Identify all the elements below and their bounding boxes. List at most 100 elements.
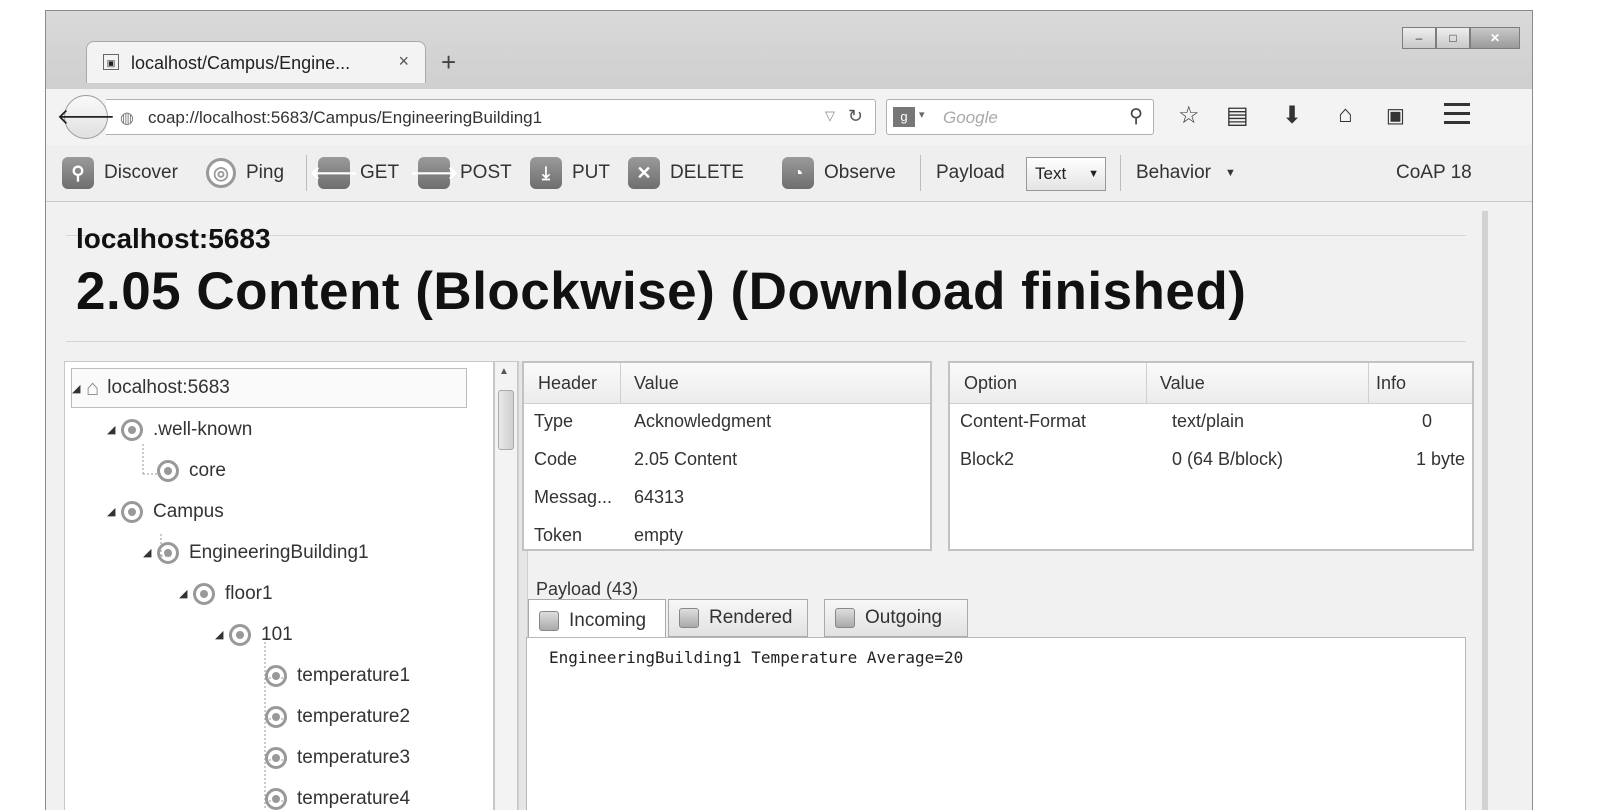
resource-icon: [265, 705, 287, 728]
option-info: 1 byte: [1416, 449, 1466, 469]
home-icon[interactable]: ⌂: [1338, 101, 1353, 129]
ping-button[interactable]: ◎ Ping: [206, 145, 284, 201]
url-bar[interactable]: ◍ coap://localhost:5683/Campus/Engineeri…: [106, 99, 876, 135]
option-name: Block2: [960, 449, 1015, 469]
toolbar-divider: [1120, 155, 1121, 191]
search-bar[interactable]: g ▾ Google ⚲: [886, 99, 1154, 135]
addon-icon[interactable]: ▣: [1386, 103, 1405, 128]
payload-text[interactable]: EngineeringBuilding1 Temperature Average…: [549, 648, 963, 667]
tree-node[interactable]: temperature4: [251, 778, 410, 810]
url-text[interactable]: coap://localhost:5683/Campus/Engineering…: [148, 108, 542, 128]
observe-button[interactable]: ◔ Observe: [782, 145, 896, 201]
delete-button[interactable]: ✕ DELETE: [628, 145, 744, 201]
column-header[interactable]: Value: [634, 373, 679, 394]
tree-expand-icon[interactable]: ◢: [107, 505, 121, 518]
reading-list-icon[interactable]: ▤: [1226, 101, 1249, 130]
header-value: empty: [634, 525, 684, 545]
tree-node[interactable]: temperature3: [251, 737, 410, 778]
scroll-up-icon[interactable]: ▲: [499, 366, 509, 377]
tree-node[interactable]: ◢ 101: [215, 614, 293, 655]
behavior-menu[interactable]: Behavior ▼: [1136, 145, 1236, 201]
rss-feed-icon: ◔: [782, 157, 814, 189]
get-button[interactable]: 🡐 GET: [310, 145, 399, 201]
header-value: Acknowledgment: [634, 411, 772, 431]
tree-node-label: .well-known: [153, 418, 253, 440]
resource-icon: [193, 582, 215, 605]
tree-scrollbar[interactable]: ▲: [494, 361, 518, 810]
window-controls: – □ ✕: [1402, 27, 1520, 49]
browser-window: ▣ localhost/Campus/Engine... × + – □ ✕ ◍…: [45, 10, 1533, 810]
url-dropdown-icon[interactable]: ▽: [825, 108, 835, 124]
search-placeholder[interactable]: Google: [943, 108, 998, 128]
scroll-thumb[interactable]: [498, 390, 514, 450]
column-header[interactable]: Option: [964, 373, 1017, 394]
rendered-icon: [679, 608, 699, 628]
downloads-icon[interactable]: ⬇: [1282, 101, 1302, 130]
resource-icon: [121, 418, 143, 441]
tab-close-icon[interactable]: ×: [398, 51, 409, 72]
delete-label: DELETE: [670, 162, 744, 183]
resource-tree: ◢ ⌂ localhost:5683 ◢ .well-known core ◢ Campus ◢…: [64, 361, 494, 810]
back-button[interactable]: 🡐: [57, 95, 116, 139]
globe-icon: ◍: [120, 110, 134, 127]
tree-node[interactable]: ◢ .well-known: [107, 409, 252, 450]
put-label: PUT: [572, 162, 610, 183]
tree-node-label: floor1: [225, 582, 273, 604]
payload-format-select[interactable]: Text ▼: [1026, 157, 1106, 191]
payload-text-area[interactable]: EngineeringBuilding1 Temperature Average…: [526, 637, 1466, 810]
menu-icon[interactable]: [1444, 103, 1470, 130]
tree-expand-icon[interactable]: ◢: [143, 546, 157, 559]
reload-icon[interactable]: ↻: [848, 106, 863, 127]
tree-expand-icon[interactable]: ◢: [72, 382, 86, 395]
magnifier-icon: ⚲: [62, 157, 94, 189]
incoming-icon: [539, 610, 559, 631]
minimize-button[interactable]: –: [1402, 27, 1436, 49]
response-status: 2.05 Content (Blockwise) (Download finis…: [76, 262, 1247, 321]
payload-format-label: Payload: [936, 162, 1005, 183]
resource-icon: [157, 459, 179, 482]
tab-rendered[interactable]: Rendered: [668, 599, 808, 637]
search-engine-caret-icon[interactable]: ▾: [919, 108, 925, 121]
tree-expand-icon[interactable]: ◢: [179, 587, 193, 600]
tree-node[interactable]: ◢ floor1: [179, 573, 273, 614]
search-icon[interactable]: ⚲: [1129, 105, 1143, 128]
payload-label: Payload (43): [536, 579, 639, 599]
new-tab-button[interactable]: +: [441, 47, 456, 78]
tree-node[interactable]: ◢ ⌂ localhost:5683: [71, 368, 467, 408]
right-scrollbar[interactable]: [1482, 211, 1488, 810]
put-button[interactable]: ⤓ PUT: [530, 145, 610, 201]
put-download-icon: ⤓: [530, 157, 562, 189]
toolbar-divider: [306, 155, 307, 191]
column-header[interactable]: Value: [1160, 373, 1205, 394]
tree-node-label: core: [189, 459, 226, 481]
tree-node[interactable]: ◢ EngineeringBuilding1: [143, 532, 369, 573]
tree-expand-icon[interactable]: ◢: [215, 628, 229, 641]
tree-node[interactable]: ◢ Campus: [107, 491, 224, 532]
header-value: 64313: [634, 487, 685, 507]
tab-outgoing[interactable]: Outgoing: [824, 599, 968, 637]
maximize-button[interactable]: □: [1436, 27, 1470, 49]
column-divider: [1146, 363, 1147, 403]
search-engine-icon[interactable]: g: [893, 107, 915, 127]
option-table: Option Value Info Content-Format text/pl…: [948, 361, 1474, 551]
tree-node-label: localhost:5683: [107, 377, 230, 398]
tree-node[interactable]: core: [143, 450, 226, 491]
column-header[interactable]: Info: [1376, 373, 1406, 394]
column-header[interactable]: Header: [538, 373, 597, 394]
tree-node[interactable]: temperature1: [251, 655, 410, 696]
ping-label: Ping: [246, 162, 285, 183]
chevron-down-icon: ▼: [1088, 168, 1099, 180]
tab-incoming[interactable]: Incoming: [528, 599, 666, 641]
tree-expand-icon[interactable]: ◢: [107, 423, 121, 436]
resource-icon: [265, 664, 287, 687]
post-button[interactable]: 🡒 POST: [410, 145, 512, 201]
payload-format-value: Text: [1035, 164, 1067, 183]
browser-tab[interactable]: ▣ localhost/Campus/Engine... ×: [86, 41, 426, 83]
tree-node-label: temperature2: [297, 705, 411, 727]
column-divider: [620, 363, 621, 403]
divider: [66, 235, 1466, 236]
bookmark-star-icon[interactable]: ☆: [1178, 101, 1200, 130]
close-window-button[interactable]: ✕: [1470, 27, 1520, 49]
tree-node[interactable]: temperature2: [251, 696, 410, 737]
discover-button[interactable]: ⚲ Discover: [62, 145, 178, 201]
